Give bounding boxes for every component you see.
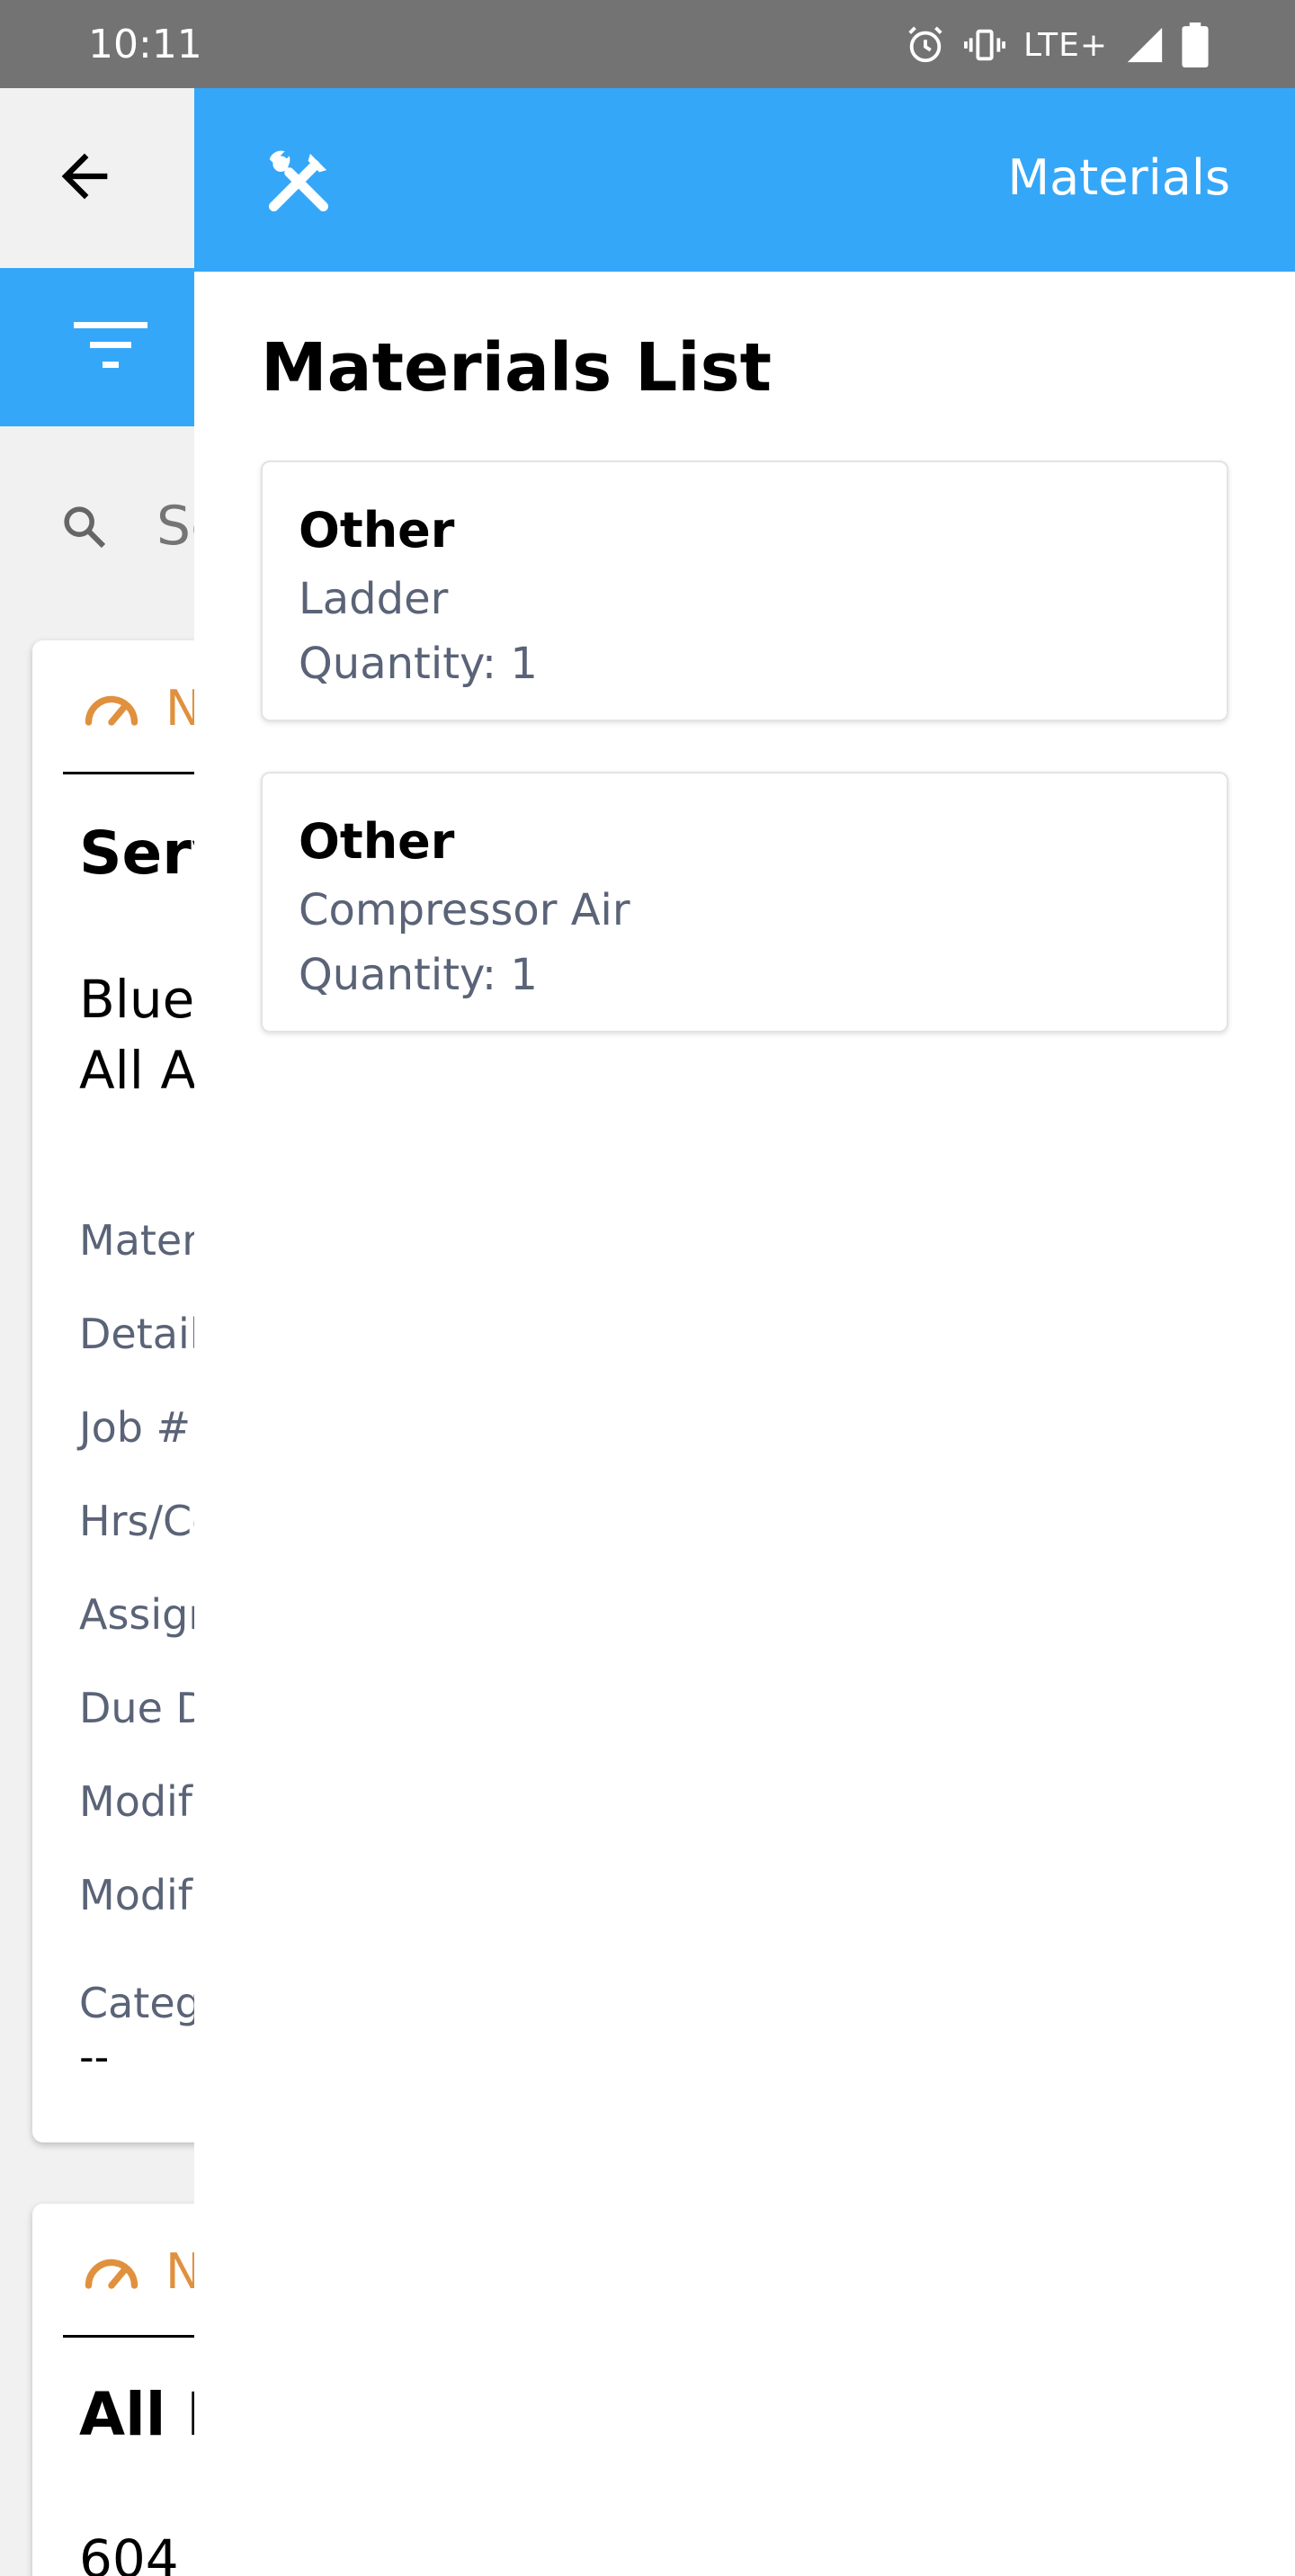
materials-list-heading: Materials List — [261, 329, 773, 407]
materials-drawer: Materials Materials List Other Ladder Qu… — [194, 88, 1295, 2576]
status-bar: 10:11 LTE+ — [0, 0, 1295, 88]
card-subtitle-line2: All A — [79, 1039, 197, 1101]
card-subtitle: Blue All A — [79, 964, 196, 1106]
material-name: Compressor Air — [299, 885, 630, 935]
network-label: LTE+ — [1023, 26, 1108, 64]
tools-icon — [259, 142, 338, 225]
material-category: Other — [299, 813, 455, 870]
card-title: All I — [79, 2380, 209, 2449]
field-details: Detail — [79, 1310, 201, 1358]
field-category-value: -- — [79, 2033, 110, 2081]
card-subtitle-line1: Blue — [79, 969, 195, 1030]
status-icons: LTE+ — [905, 20, 1209, 70]
gauge-icon — [81, 2244, 142, 2300]
status-time: 10:11 — [88, 22, 202, 67]
back-arrow-icon[interactable] — [50, 142, 119, 210]
field-modified-2: Modif — [79, 1871, 193, 1919]
drawer-header: Materials — [194, 88, 1295, 272]
vibrate-icon — [962, 24, 1007, 66]
alarm-icon — [905, 24, 946, 66]
field-due-date: Due D — [79, 1684, 208, 1732]
material-quantity: Quantity: 1 — [299, 950, 538, 1000]
card-header: N — [81, 680, 201, 737]
filter-icon[interactable] — [70, 317, 151, 374]
field-modified-1: Modif — [79, 1777, 193, 1826]
search-icon — [59, 502, 110, 556]
signal-icon — [1124, 24, 1166, 66]
field-job-number: Job #: — [79, 1403, 205, 1452]
gauge-icon — [81, 681, 142, 737]
material-item[interactable]: Other Ladder Quantity: 1 — [261, 461, 1228, 721]
drawer-title: Materials — [1007, 149, 1230, 206]
card-subtitle: 604 — [79, 2528, 179, 2576]
card-header: N — [81, 2243, 201, 2300]
field-category: Categ — [79, 1979, 201, 2027]
material-name: Ladder — [299, 574, 449, 624]
battery-icon — [1182, 22, 1209, 67]
field-materials: Mater — [79, 1216, 200, 1265]
material-item[interactable]: Other Compressor Air Quantity: 1 — [261, 772, 1228, 1033]
material-quantity: Quantity: 1 — [299, 639, 538, 689]
material-category: Other — [299, 502, 455, 559]
